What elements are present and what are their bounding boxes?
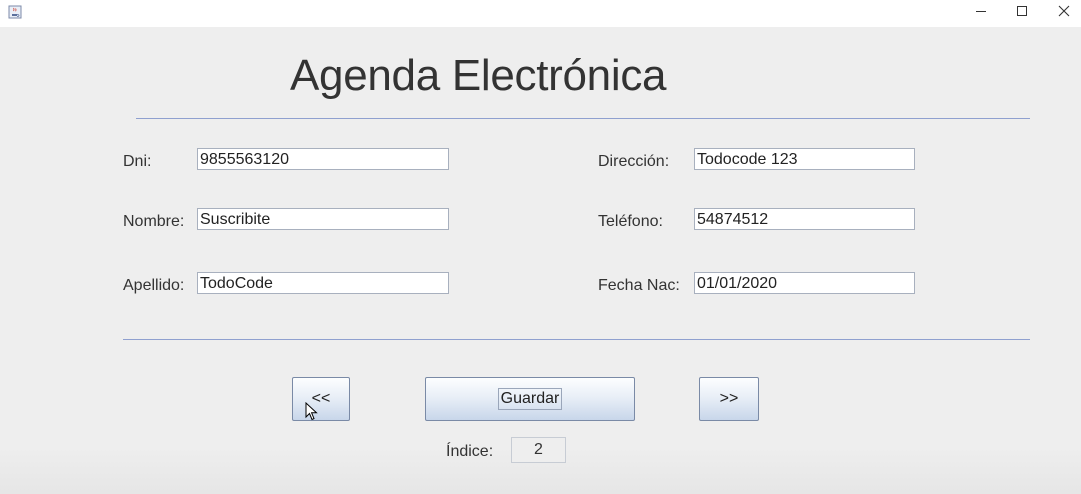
maximize-icon — [1016, 4, 1028, 22]
close-button[interactable] — [1043, 0, 1081, 25]
dni-label: Dni: — [123, 153, 152, 170]
save-button[interactable]: Guardar — [425, 377, 635, 421]
nombre-field[interactable]: Suscribite — [197, 208, 449, 230]
nombre-label: Nombre: — [123, 213, 185, 230]
index-value: 2 — [511, 437, 566, 463]
direccion-label: Dirección: — [598, 153, 670, 170]
minimize-icon — [975, 4, 987, 22]
content-panel: Agenda Electrónica Dni: 9855563120 Nombr… — [0, 27, 1081, 494]
index-label: Índice: — [446, 443, 494, 460]
fecha-nac-label: Fecha Nac: — [598, 277, 680, 294]
previous-button[interactable]: << — [292, 377, 350, 421]
dni-field[interactable]: 9855563120 — [197, 148, 449, 170]
next-button-label: >> — [719, 390, 739, 407]
top-separator — [136, 118, 1030, 119]
mouse-cursor-icon — [305, 401, 319, 422]
bottom-separator — [123, 339, 1030, 340]
title-bar — [0, 0, 1081, 27]
java-cup-icon — [8, 5, 22, 19]
telefono-label: Teléfono: — [598, 213, 663, 230]
page-title: Agenda Electrónica — [290, 51, 667, 100]
apellido-label: Apellido: — [123, 277, 185, 294]
next-button[interactable]: >> — [699, 377, 759, 421]
maximize-button[interactable] — [1001, 0, 1043, 25]
direccion-field[interactable]: Todocode 123 — [694, 148, 915, 170]
minimize-button[interactable] — [960, 0, 1002, 25]
telefono-field[interactable]: 54874512 — [694, 208, 915, 230]
save-button-label: Guardar — [497, 388, 563, 410]
fecha-nac-field[interactable]: 01/01/2020 — [694, 272, 915, 294]
close-icon — [1058, 4, 1070, 22]
app-window: Agenda Electrónica Dni: 9855563120 Nombr… — [0, 0, 1081, 494]
apellido-field[interactable]: TodoCode — [197, 272, 449, 294]
